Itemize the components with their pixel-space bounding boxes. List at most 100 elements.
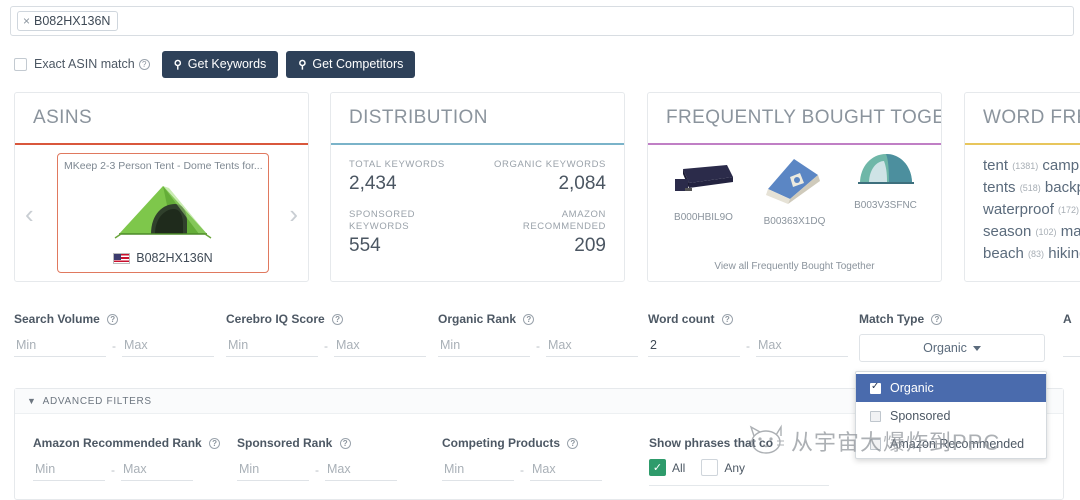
checkbox-icon[interactable] [870,383,881,394]
fbt-item[interactable]: B003V3SFNC [841,155,931,227]
filter-sponsored-rank: Sponsored Rank ? - [237,436,397,481]
search-volume-min-input[interactable] [14,336,106,357]
word-frequency-term[interactable]: tents [983,179,1016,196]
word-frequency-term[interactable]: campin [1042,157,1080,174]
advanced-filters-label: ADVANCED FILTERS [43,396,152,407]
match-type-option-sponsored[interactable]: Sponsored [856,402,1046,430]
search-volume-max-input[interactable] [122,336,214,357]
asin-tag[interactable]: × B082HX136N [17,11,118,31]
amazon-recommended-rank-min-input[interactable] [33,460,105,481]
word-count-max-input[interactable] [756,336,848,357]
range-dash: - [315,463,319,481]
filter-row: Search Volume ? - Cerebro IQ Score ? - [0,312,1080,374]
carousel-next-icon[interactable]: › [289,201,298,227]
word-frequency-term[interactable]: tent [983,157,1008,174]
filter-label: Sponsored Rank ? [237,436,397,450]
help-icon[interactable]: ? [340,438,351,449]
fbt-item-list: B000HBIL9O B00363X1DQ [648,145,941,227]
organic-rank-max-input[interactable] [546,336,638,357]
word-frequency-term[interactable]: season [983,223,1031,240]
word-frequency-row: tent (1381) campin [983,155,1080,177]
all-checkbox[interactable]: ✓ [649,459,666,476]
range-dash: - [536,339,540,357]
fbt-card-title: FREQUENTLY BOUGHT TOGE... [648,93,941,143]
range-dash: - [324,339,328,357]
any-checkbox[interactable] [701,459,718,476]
remove-asin-icon[interactable]: × [23,15,30,27]
word-frequency-term[interactable]: mar [1061,223,1080,240]
word-frequency-term[interactable]: backp [1045,179,1080,196]
sponsored-rank-max-input[interactable] [325,460,397,481]
help-icon[interactable]: ? [107,314,118,325]
action-row: Exact ASIN match ? ⚲ Get Keywords ⚲ Get … [14,50,415,78]
organic-rank-min-input[interactable] [438,336,530,357]
fbt-view-all-link[interactable]: View all Frequently Bought Together [648,261,941,272]
sleeping-bag-image [760,155,830,207]
word-frequency-term[interactable]: hiking [1048,245,1080,262]
fbt-item-asin: B000HBIL9O [659,212,749,223]
distribution-card: DISTRIBUTION TOTAL KEYWORDS 2,434 ORGANI… [330,92,625,282]
metric-label: AMAZON RECOMMENDED [478,209,607,233]
filter-label: Competing Products ? [442,436,602,450]
help-icon[interactable]: ? [722,314,733,325]
match-type-select[interactable]: Organic [859,334,1045,362]
word-count-min-input[interactable] [648,336,740,357]
help-icon[interactable]: ? [567,438,578,449]
checkbox-icon[interactable] [870,439,881,450]
distribution-body: TOTAL KEYWORDS 2,434 ORGANIC KEYWORDS 2,… [331,145,624,282]
cerebro-iq-min-input[interactable] [226,336,318,357]
show-phrases-label: Show phrases that co [649,436,829,450]
help-icon[interactable]: ? [332,314,343,325]
sponsored-rank-min-input[interactable] [237,460,309,481]
frequently-bought-together-card: FREQUENTLY BOUGHT TOGE... B000HBIL9O [647,92,942,282]
show-phrases-divider [649,485,829,486]
match-type-dropdown[interactable]: Organic Sponsored Amazon Recommended [855,371,1047,459]
range-dash: - [746,339,750,357]
match-type-option-organic[interactable]: Organic [856,374,1046,402]
chevron-down-icon [973,346,981,351]
filter-label: A [1063,312,1080,326]
exact-asin-match-checkbox[interactable] [14,58,27,71]
word-frequency-card: WORD FREQ tent (1381) campin tents (518)… [964,92,1080,282]
asins-carousel: ‹ › MKeep 2-3 Person Tent - Dome Tents f… [15,145,308,282]
fbt-item[interactable]: B000HBIL9O [659,155,749,227]
search-icon: ⚲ [298,58,306,71]
exact-asin-match-label: Exact ASIN match [34,57,135,71]
metric-value: 209 [478,235,607,257]
competing-products-max-input[interactable] [530,460,602,481]
carousel-prev-icon[interactable]: ‹ [25,201,34,227]
option-label: Organic [890,381,934,395]
help-icon[interactable]: ? [523,314,534,325]
word-frequency-card-title: WORD FREQ [965,93,1080,143]
metric-label: TOTAL KEYWORDS [349,159,478,171]
checkbox-icon[interactable] [870,411,881,422]
asin-product-asin-row: B082HX136N [58,251,268,265]
tent-image [111,182,215,240]
air-mattress-image [669,155,739,203]
metric-value: 2,434 [349,173,478,195]
competing-products-min-input[interactable] [442,460,514,481]
help-icon[interactable]: ? [209,438,220,449]
help-icon[interactable]: ? [931,314,942,325]
asin-product-card[interactable]: MKeep 2-3 Person Tent - Dome Tents for..… [57,153,269,273]
word-frequency-term[interactable]: beach [983,245,1024,262]
get-keywords-button[interactable]: ⚲ Get Keywords [162,51,279,78]
amazon-recommended-rank-max-input[interactable] [121,460,193,481]
fbt-item[interactable]: B00363X1DQ [750,155,840,227]
fbt-item-asin: B00363X1DQ [750,216,840,227]
range-dash: - [112,339,116,357]
get-competitors-label: Get Competitors [312,57,403,71]
asin-input-bar[interactable]: × B082HX136N [10,6,1074,36]
get-competitors-button[interactable]: ⚲ Get Competitors [286,51,415,78]
exact-asin-help-icon[interactable]: ? [139,59,150,70]
match-type-option-amazon-recommended[interactable]: Amazon Recommended [856,430,1046,458]
filter-label: Organic Rank ? [438,312,638,326]
truncated-min-input[interactable] [1063,336,1080,357]
filter-range [1063,336,1080,357]
filter-cerebro-iq-score: Cerebro IQ Score ? - [226,312,426,357]
asins-card-title: ASINS [15,93,308,143]
range-dash: - [111,463,115,481]
cerebro-iq-max-input[interactable] [334,336,426,357]
word-frequency-term[interactable]: waterproof [983,201,1054,218]
tent-image [855,151,917,191]
